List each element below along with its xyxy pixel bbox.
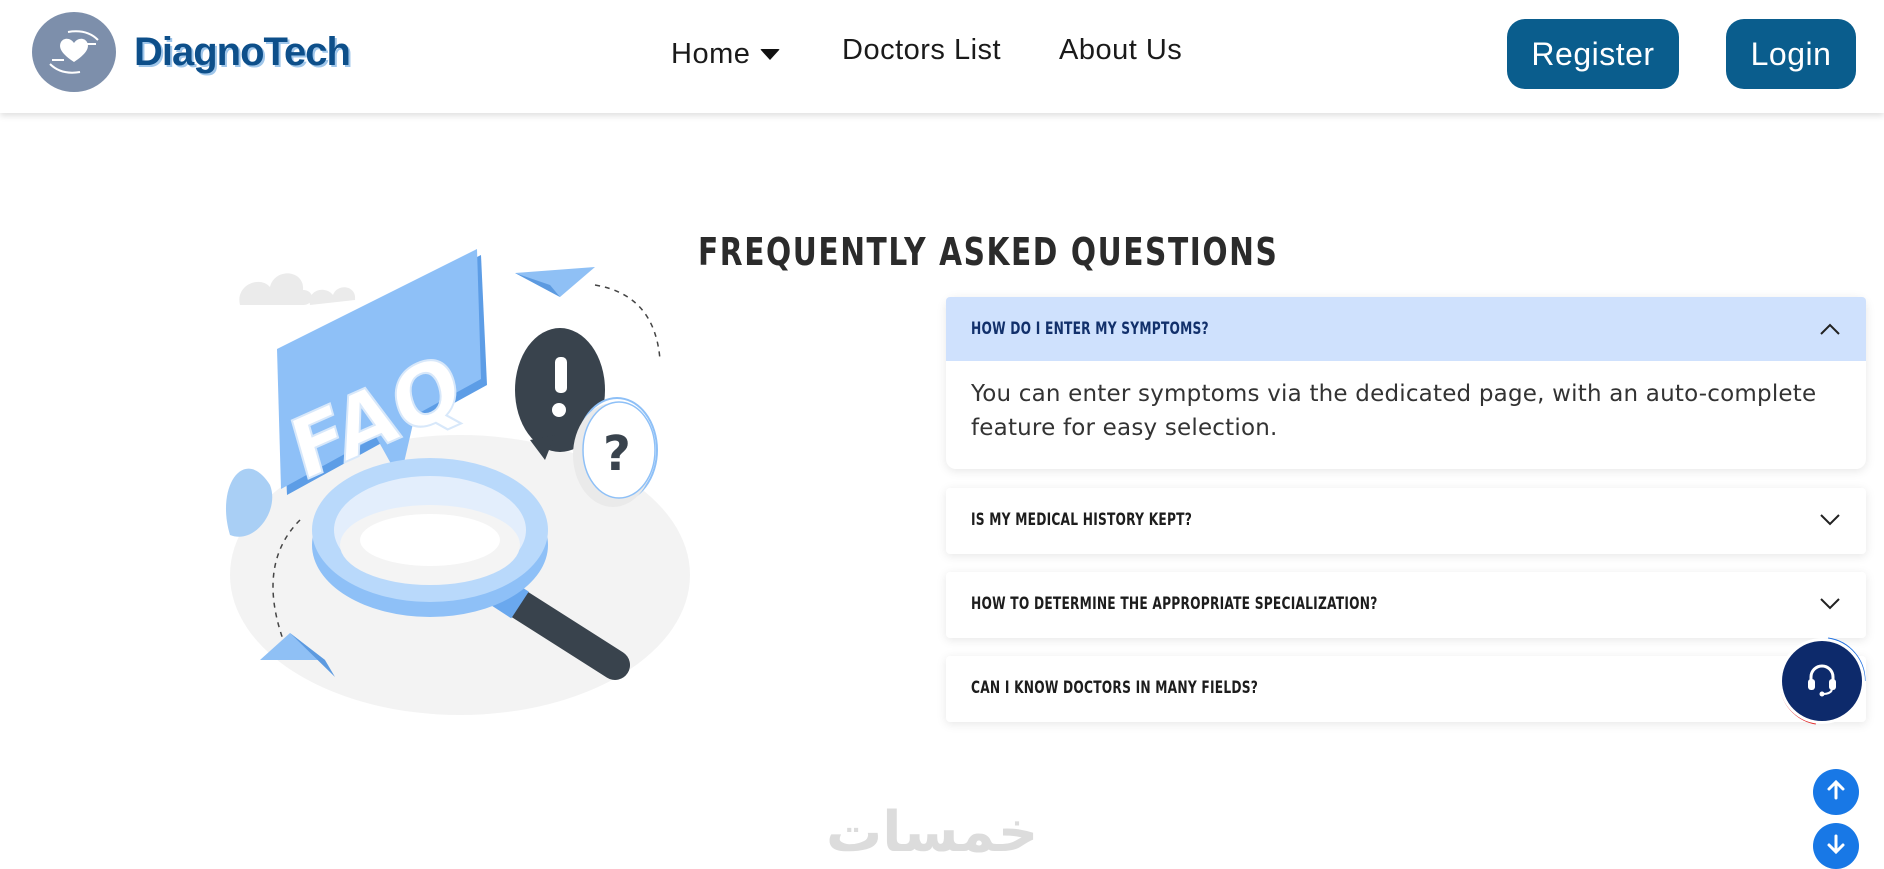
nav-doctors-list[interactable]: Doctors List bbox=[842, 34, 1001, 67]
faq-title: FREQUENTLY ASKED QUESTIONS bbox=[698, 230, 1279, 274]
nav-home[interactable]: Home bbox=[671, 38, 781, 71]
faq-question: HOW TO DETERMINE THE APPROPRIATE SPECIAL… bbox=[971, 594, 1378, 614]
brand-name: DiagnoTech bbox=[134, 29, 351, 74]
faq-illustration: FAQ ? bbox=[215, 245, 705, 720]
arrow-up-icon bbox=[1825, 779, 1847, 806]
chevron-up-icon[interactable] bbox=[1819, 318, 1841, 340]
faq-item: HOW TO DETERMINE THE APPROPRIATE SPECIAL… bbox=[946, 572, 1866, 638]
faq-answer: You can enter symptoms via the dedicated… bbox=[971, 381, 1817, 441]
caret-down-icon bbox=[760, 49, 781, 60]
faq-question-header[interactable]: HOW TO DETERMINE THE APPROPRIATE SPECIAL… bbox=[946, 572, 1866, 636]
svg-text:?: ? bbox=[603, 426, 631, 482]
faq-item: IS MY MEDICAL HISTORY KEPT? bbox=[946, 488, 1866, 554]
heart-hands-icon bbox=[32, 12, 116, 92]
scroll-up-button[interactable] bbox=[1813, 769, 1859, 815]
faq-question-header[interactable]: HOW DO I ENTER MY SYMPTOMS? bbox=[946, 297, 1866, 361]
faq-item: HOW DO I ENTER MY SYMPTOMS? You can ente… bbox=[946, 297, 1866, 469]
faq-question-header[interactable]: IS MY MEDICAL HISTORY KEPT? bbox=[946, 488, 1866, 552]
support-button[interactable] bbox=[1782, 641, 1862, 721]
scroll-down-button[interactable] bbox=[1813, 823, 1859, 869]
chevron-down-icon[interactable] bbox=[1819, 593, 1841, 615]
login-button[interactable]: Login bbox=[1726, 19, 1856, 89]
watermark: خمسات bbox=[826, 800, 1039, 865]
headset-icon bbox=[1804, 661, 1840, 702]
logo[interactable]: DiagnoTech bbox=[32, 12, 351, 92]
faq-item: CAN I KNOW DOCTORS IN MANY FIELDS? bbox=[946, 656, 1866, 722]
chevron-down-icon[interactable] bbox=[1819, 509, 1841, 531]
nav-home-label: Home bbox=[671, 38, 751, 70]
site-header: DiagnoTech Home Doctors List About Us Re… bbox=[0, 0, 1884, 113]
nav-about-us[interactable]: About Us bbox=[1059, 34, 1182, 67]
arrow-down-icon bbox=[1825, 833, 1847, 860]
faq-question-header[interactable]: CAN I KNOW DOCTORS IN MANY FIELDS? bbox=[946, 656, 1866, 720]
faq-question: HOW DO I ENTER MY SYMPTOMS? bbox=[971, 319, 1209, 339]
register-button[interactable]: Register bbox=[1507, 19, 1679, 89]
faq-question: IS MY MEDICAL HISTORY KEPT? bbox=[971, 510, 1193, 530]
faq-question: CAN I KNOW DOCTORS IN MANY FIELDS? bbox=[971, 678, 1259, 698]
